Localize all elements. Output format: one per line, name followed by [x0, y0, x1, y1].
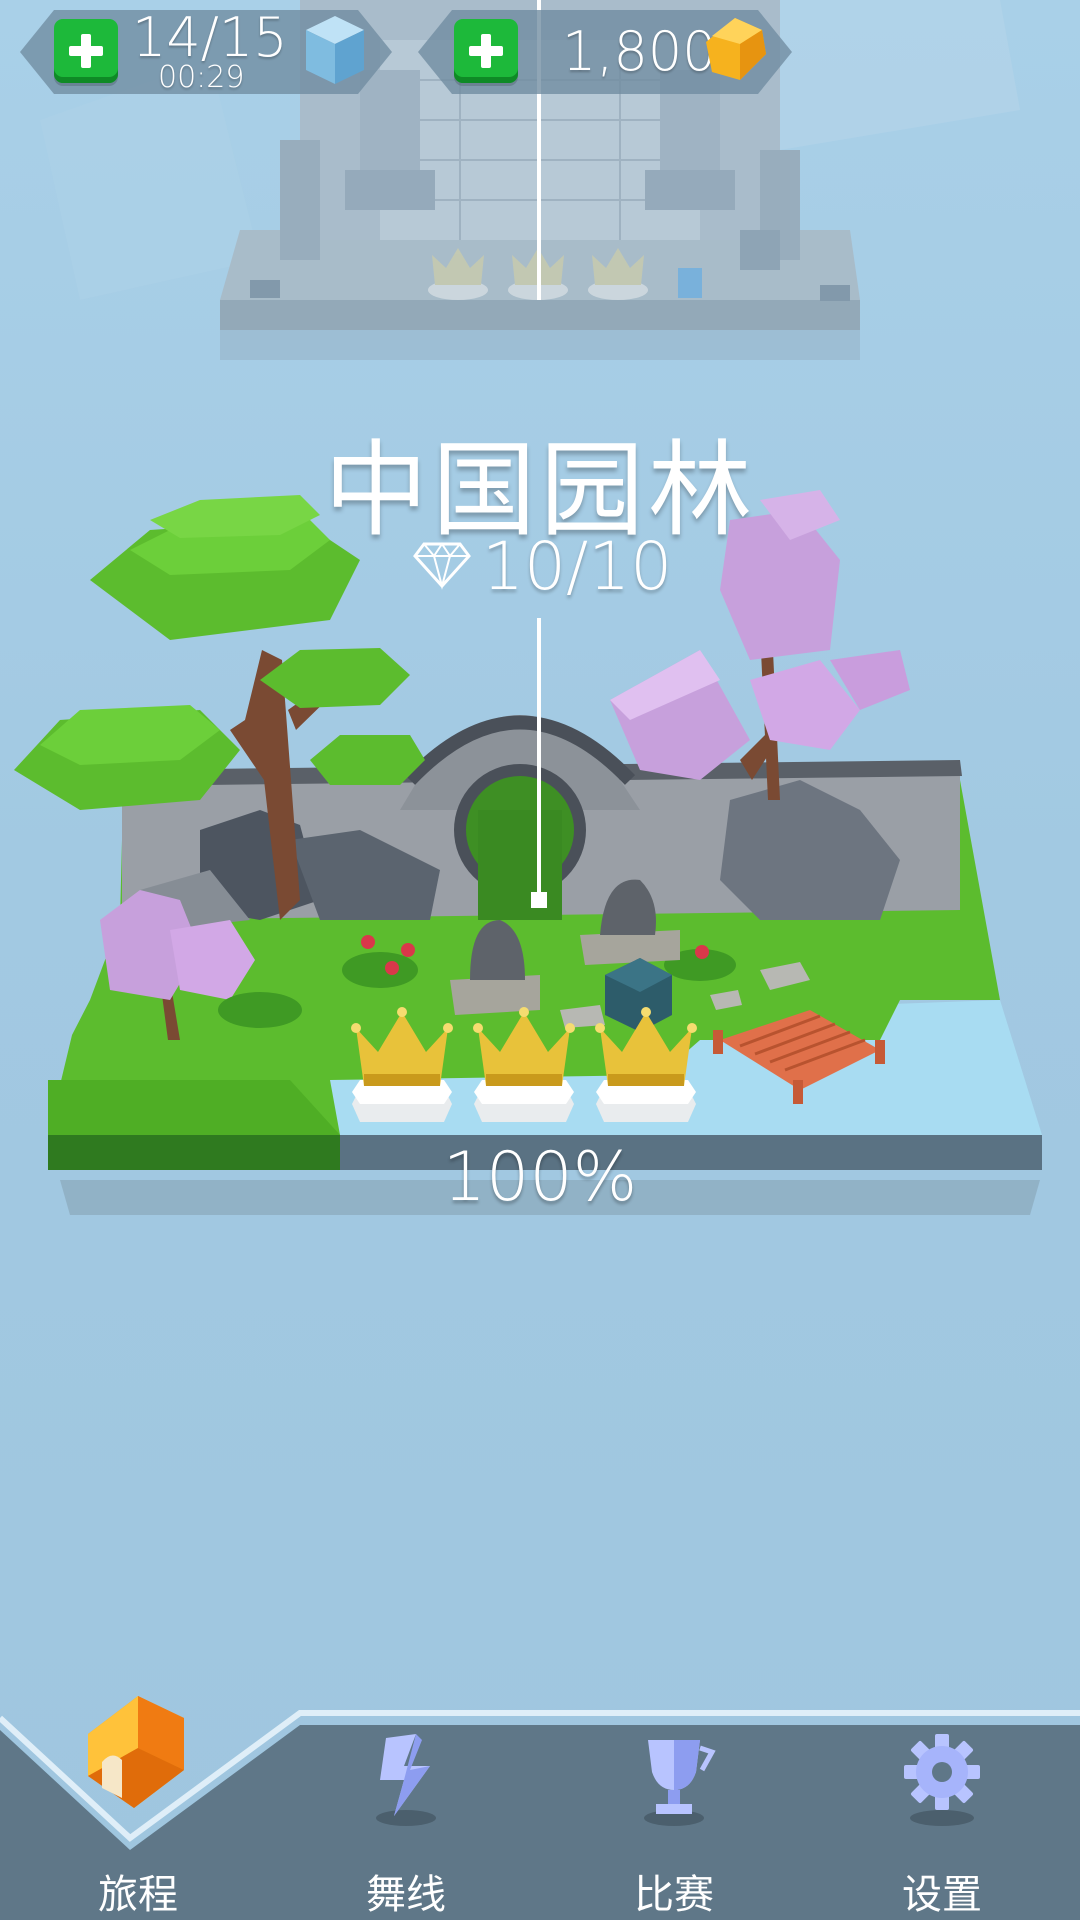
add-lives-button[interactable]: [54, 19, 118, 83]
level-progress: 100%: [442, 1138, 638, 1217]
dance-line-icon: [376, 1734, 436, 1826]
nav-journey[interactable]: 旅程: [28, 1680, 248, 1920]
crown-1: [351, 1007, 453, 1122]
house-icon: [88, 1696, 184, 1808]
nav-label-dance-line: 舞线: [366, 1872, 446, 1918]
crown-3: [595, 1007, 697, 1122]
crown-2: [473, 1007, 575, 1122]
currency-value: 1,800: [562, 20, 717, 83]
lives-timer: 00:29: [158, 60, 245, 95]
add-currency-button[interactable]: [454, 19, 518, 83]
gold-cube-icon: [706, 18, 766, 80]
trophy-icon: [644, 1740, 716, 1826]
nav-competition[interactable]: 比赛: [564, 1680, 784, 1920]
blue-cube-icon: [306, 16, 364, 84]
gear-icon: [904, 1734, 980, 1826]
nav-label-journey: 旅程: [98, 1872, 178, 1918]
nav-label-settings: 设置: [902, 1872, 982, 1918]
nav-label-competition: 比赛: [634, 1872, 714, 1918]
game-screen: 14/15 00:29 1,800 中国园林 10/10 100% 旅程 舞线 …: [0, 0, 1080, 1920]
nav-settings[interactable]: 设置: [832, 1680, 1052, 1920]
nav-dance-line[interactable]: 舞线: [296, 1680, 516, 1920]
